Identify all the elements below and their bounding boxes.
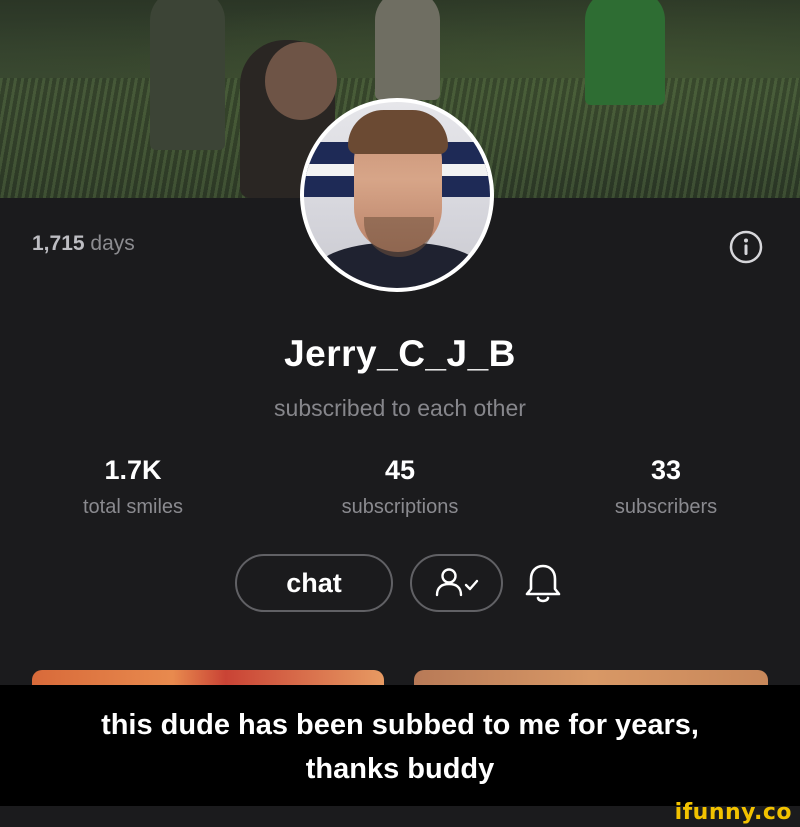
info-icon[interactable] [729, 230, 763, 264]
watermark: ifunny.co [674, 800, 792, 825]
cover-figure [375, 0, 440, 100]
caption-line: thanks buddy [305, 753, 495, 785]
stat-label: subscriptions [341, 496, 459, 518]
avatar[interactable] [300, 98, 494, 292]
avatar-hair [348, 110, 448, 154]
stat-subscriptions[interactable]: 45 subscriptions [290, 455, 510, 519]
days-unit: days [90, 232, 135, 255]
days-count: 1,715 [32, 232, 85, 255]
bell-icon[interactable] [522, 562, 564, 606]
chat-button[interactable]: chat [235, 554, 393, 612]
avatar-photo [304, 102, 490, 288]
cover-figure-head [265, 42, 337, 120]
stat-label: subscribers [614, 496, 718, 518]
cover-figure [585, 0, 665, 105]
cover-figure [150, 0, 225, 150]
subscribed-button[interactable] [410, 554, 503, 612]
stat-subscribers[interactable]: 33 subscribers [556, 455, 776, 519]
subscription-status: subscribed to each other [274, 395, 526, 421]
stat-label: total smiles [82, 496, 184, 518]
username: Jerry_C_J_B [284, 333, 516, 374]
stat-total-smiles[interactable]: 1.7K total smiles [23, 455, 243, 519]
days-counter: 1,715 days [32, 232, 135, 256]
stat-value: 33 [650, 455, 682, 485]
user-check-icon [435, 568, 478, 597]
meme-caption: this dude has been subbed to me for year… [0, 685, 800, 806]
stat-value: 45 [384, 455, 416, 485]
caption-line: this dude has been subbed to me for year… [101, 709, 699, 741]
stat-value: 1.7K [104, 455, 162, 485]
